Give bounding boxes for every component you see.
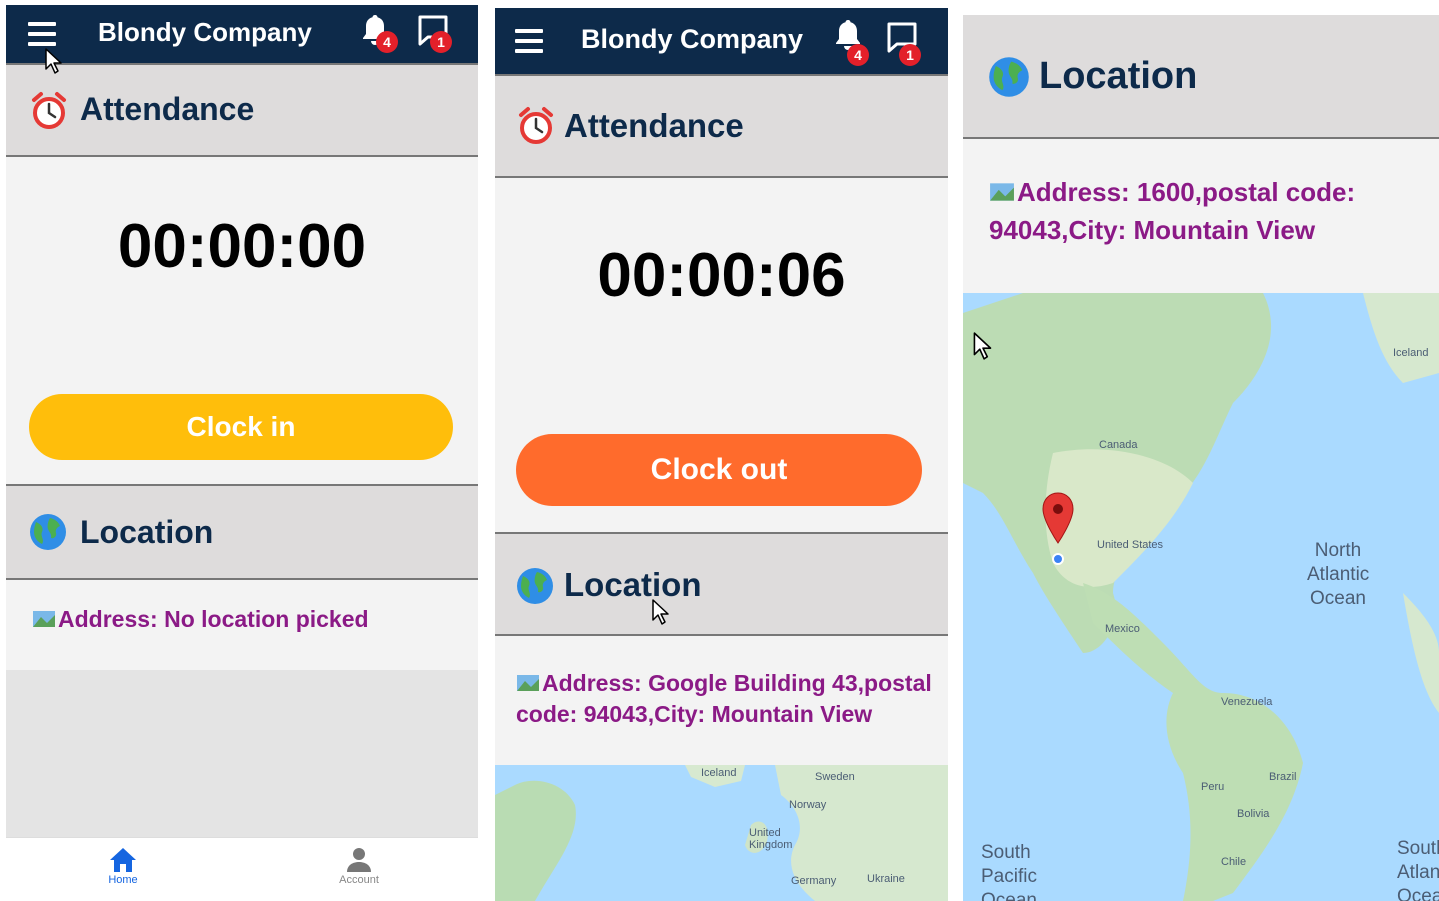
nav-account-label: Account <box>339 874 379 886</box>
map-label-brazil: Brazil <box>1269 771 1297 783</box>
clock-in-button[interactable]: Clock in <box>29 394 453 460</box>
phone-screen-location-map: Location Address: 1600,postal code: 9404… <box>963 15 1439 901</box>
company-title: Blondy Company <box>98 17 312 47</box>
address-text: Address: Google Building 43,postal code:… <box>516 670 932 727</box>
clock-out-button[interactable]: Clock out <box>516 434 922 506</box>
map-label-south-pacific: South Pacific Ocean <box>981 842 1037 901</box>
map-pin-icon[interactable] <box>1041 491 1075 567</box>
app-bar: Blondy Company 4 1 <box>6 5 478 63</box>
address-text: Address: 1600,postal code: 94043,City: M… <box>989 177 1356 245</box>
messages-button[interactable]: 1 <box>883 16 923 66</box>
map-label-sweden: Sweden <box>815 771 855 783</box>
nav-home-label: Home <box>108 874 138 886</box>
timer-display: 00:00:00 <box>117 212 367 281</box>
alarm-clock-icon <box>519 107 553 144</box>
messages-badge: 1 <box>430 31 452 53</box>
company-title: Blondy Company <box>581 24 804 54</box>
location-header: Location <box>495 532 948 636</box>
attendance-title: Attendance <box>80 91 255 127</box>
map-label-bolivia: Bolivia <box>1237 808 1270 820</box>
bottom-navigation: Home Account <box>6 837 478 897</box>
empty-map-area <box>6 670 478 837</box>
map-label-uk: United Kingdom <box>749 827 793 851</box>
map-label-iceland: Iceland <box>1393 347 1429 359</box>
map-label-south-atlantic: South Atlantic Ocean <box>1397 838 1439 901</box>
address-line: Address: No location picked <box>32 606 462 633</box>
account-icon <box>347 848 371 872</box>
map-label-canada: Canada <box>1099 439 1138 451</box>
timer-display: 00:00:06 <box>597 241 846 310</box>
globe-icon <box>989 57 1029 97</box>
attendance-header: Attendance <box>6 63 478 157</box>
nav-home[interactable]: Home <box>86 846 160 886</box>
map-icon <box>33 611 55 627</box>
location-header: Location <box>963 15 1439 139</box>
notifications-button[interactable]: 4 <box>356 11 398 53</box>
address-text: Address: No location picked <box>58 606 369 632</box>
app-bar: Blondy Company 4 1 <box>495 8 948 74</box>
nav-account[interactable]: Account <box>322 846 396 886</box>
globe-icon <box>517 568 553 604</box>
phone-screen-clock-in: Blondy Company 4 1 Attendance 00:00:00 C… <box>6 5 478 897</box>
notifications-badge: 4 <box>376 31 398 53</box>
map-label-norway: Norway <box>789 799 827 811</box>
hamburger-menu-icon[interactable] <box>28 22 56 46</box>
map-label-mexico: Mexico <box>1105 623 1140 635</box>
address-line: Address: Google Building 43,postal code:… <box>516 668 936 730</box>
messages-badge: 1 <box>899 44 921 66</box>
mouse-cursor-icon <box>652 599 669 625</box>
address-line: Address: 1600,postal code: 94043,City: M… <box>989 173 1429 249</box>
mouse-cursor-icon <box>973 332 992 360</box>
map-label-north-atlantic: North Atlantic Ocean <box>1307 540 1370 609</box>
mouse-cursor-icon <box>45 48 62 74</box>
map-label-peru: Peru <box>1201 781 1225 793</box>
location-title: Location <box>1039 55 1198 97</box>
messages-button[interactable]: 1 <box>414 11 454 53</box>
home-icon <box>110 848 136 872</box>
map-label-us: United States <box>1097 539 1164 551</box>
map-label-ukraine: Ukraine <box>867 873 905 885</box>
location-map[interactable]: Iceland Canada United States Mexico Nort… <box>963 293 1439 901</box>
globe-icon <box>30 514 66 550</box>
attendance-header: Attendance <box>495 74 948 178</box>
map-icon <box>990 183 1014 201</box>
map-label-iceland: Iceland <box>701 767 737 779</box>
notifications-badge: 4 <box>847 44 869 66</box>
location-map[interactable]: Iceland Sweden Norway United Kingdom Ger… <box>495 765 948 901</box>
map-label-chile: Chile <box>1221 856 1247 868</box>
phone-screen-clock-out: Blondy Company 4 1 Attendance 00:00:06 C… <box>495 8 948 901</box>
map-label-venezuela: Venezuela <box>1221 696 1273 708</box>
hamburger-menu-icon[interactable] <box>515 29 543 53</box>
map-icon <box>517 675 539 691</box>
map-label-germany: Germany <box>791 875 837 887</box>
location-title: Location <box>564 566 702 603</box>
notifications-button[interactable]: 4 <box>829 16 869 66</box>
location-title: Location <box>80 514 214 550</box>
location-header: Location <box>6 484 478 580</box>
alarm-clock-icon <box>32 92 66 129</box>
attendance-title: Attendance <box>564 107 744 144</box>
